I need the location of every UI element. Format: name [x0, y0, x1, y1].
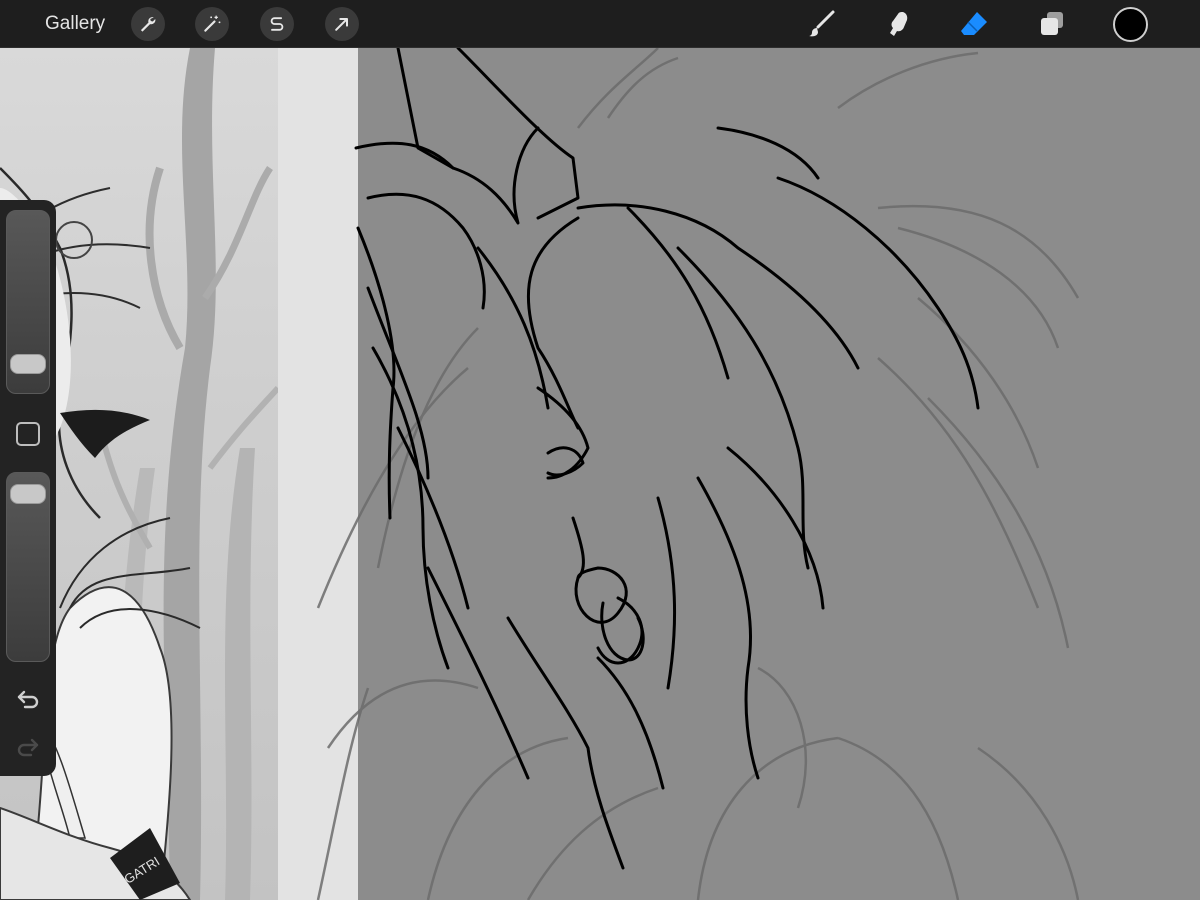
modify-button[interactable] [16, 422, 40, 446]
left-sidebar [0, 200, 56, 776]
color-swatch-button[interactable] [1113, 7, 1148, 42]
brush-icon [809, 10, 835, 37]
layers-button[interactable] [1034, 6, 1070, 42]
redo-button[interactable] [12, 732, 44, 762]
top-toolbar: Gallery [0, 0, 1200, 48]
drawing-canvas[interactable] [358, 48, 1200, 900]
smudge-tool-button[interactable] [880, 6, 916, 42]
undo-arrow-icon [17, 690, 39, 709]
brush-size-slider[interactable] [6, 210, 50, 394]
adjustments-button[interactable] [195, 7, 229, 41]
eraser-icon [961, 12, 987, 35]
brush-size-thumb[interactable] [10, 354, 46, 375]
undo-button[interactable] [12, 684, 44, 714]
opacity-slider[interactable] [6, 472, 50, 662]
transform-button[interactable] [325, 7, 359, 41]
redo-arrow-icon [17, 738, 39, 757]
layers-icon [1041, 12, 1063, 35]
selection-button[interactable] [260, 7, 294, 41]
brush-tool-button[interactable] [803, 6, 839, 42]
magic-wand-icon [204, 15, 221, 32]
smudge-finger-icon [890, 12, 908, 36]
reference-divider [278, 48, 358, 900]
actions-button[interactable] [131, 7, 165, 41]
selection-s-icon [270, 17, 284, 31]
eraser-tool-button[interactable] [956, 6, 992, 42]
wrench-icon [140, 17, 156, 32]
arrow-cursor-icon [335, 18, 348, 31]
gallery-button[interactable]: Gallery [45, 13, 105, 35]
opacity-thumb[interactable] [10, 484, 46, 505]
